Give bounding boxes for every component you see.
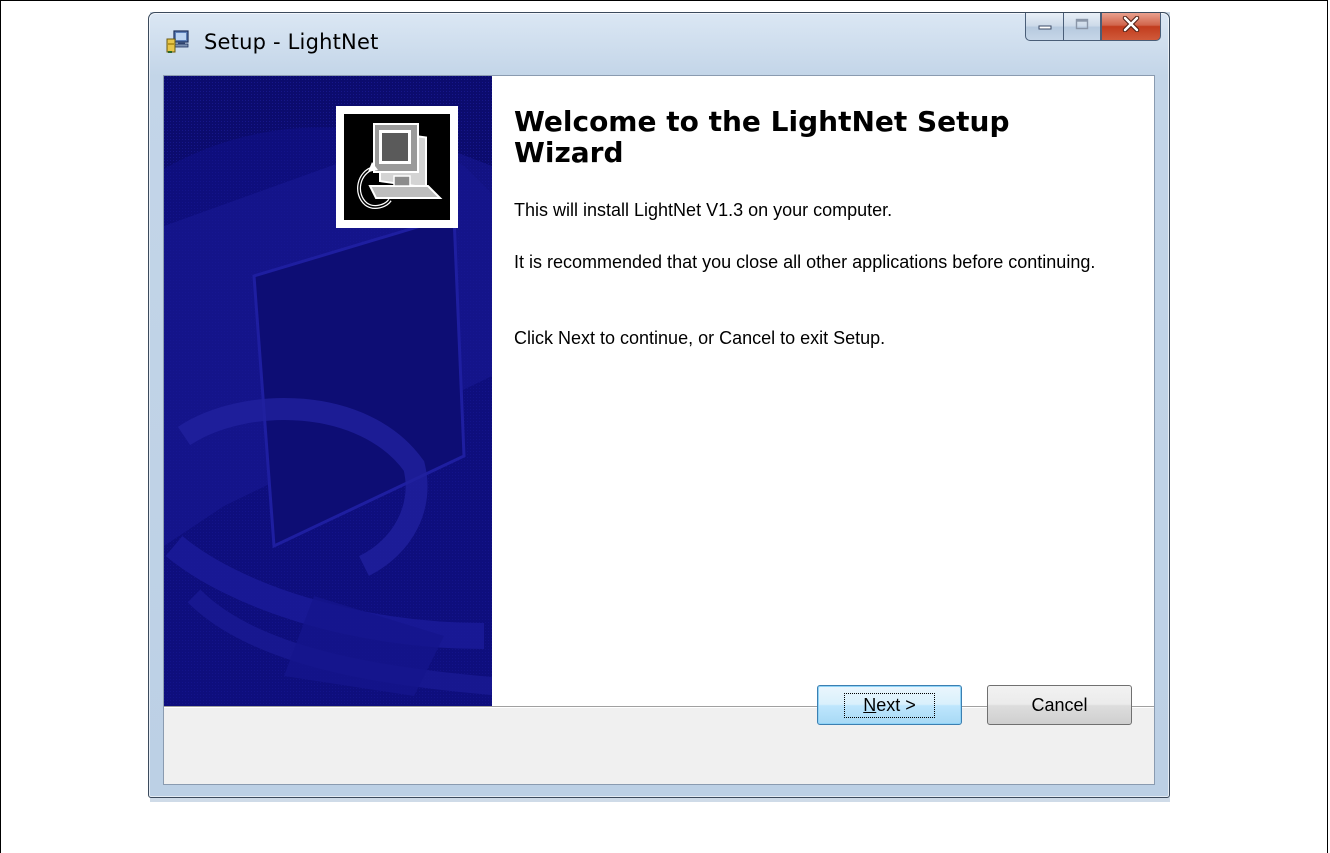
- minimize-icon: [1037, 18, 1053, 36]
- install-description: This will install LightNet V1.3 on your …: [514, 200, 893, 220]
- minimize-button[interactable]: [1025, 13, 1063, 41]
- title-bar[interactable]: Setup - LightNet: [149, 13, 1169, 75]
- wizard-main-panel: Welcome to the LightNet Setup Wizard Thi…: [492, 76, 1154, 706]
- next-button-label: Next >: [844, 692, 935, 718]
- recommendation-text: It is recommended that you close all oth…: [514, 252, 1096, 272]
- cancel-button[interactable]: Cancel: [987, 685, 1132, 725]
- close-button[interactable]: [1101, 13, 1161, 41]
- setup-installer-icon: [165, 29, 191, 55]
- wizard-side-banner: [164, 76, 492, 706]
- wizard-content: Welcome to the LightNet Setup Wizard Thi…: [163, 75, 1155, 785]
- maximize-button[interactable]: [1063, 13, 1101, 41]
- next-button[interactable]: Next >: [817, 685, 962, 725]
- welcome-heading: Welcome to the LightNet Setup Wizard: [514, 105, 1010, 169]
- instructions-text: Click Next to continue, or Cancel to exi…: [514, 328, 886, 348]
- caption-buttons: [1025, 13, 1161, 41]
- close-icon: [1121, 15, 1141, 37]
- setup-window: Setup - LightNet Welcome to the LightNet…: [148, 12, 1170, 798]
- computer-install-icon: [336, 106, 458, 228]
- window-title: Setup - LightNet: [204, 30, 379, 54]
- maximize-icon: [1074, 17, 1090, 36]
